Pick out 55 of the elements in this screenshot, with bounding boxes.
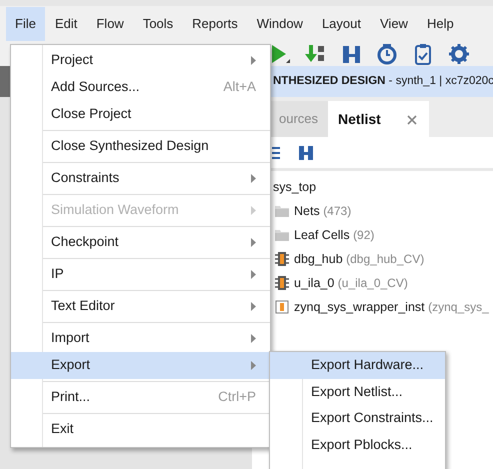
clipboard-icon[interactable] — [412, 43, 434, 65]
menu-item[interactable]: View — [371, 7, 417, 41]
menu-item[interactable]: Text Editor — [11, 293, 270, 320]
shortcut-text: Alt+A — [223, 78, 256, 96]
menu-item[interactable]: Constraints — [11, 165, 270, 192]
menu-item[interactable]: Import — [11, 325, 270, 352]
menu-item[interactable]: Edit — [46, 7, 86, 41]
submenu-arrow-icon — [251, 302, 256, 311]
folder-icon — [275, 205, 289, 217]
menu-item[interactable]: Exit — [11, 416, 270, 443]
menu-item[interactable]: File — [6, 7, 45, 41]
tree-item[interactable]: Leaf Cells (92) — [294, 226, 374, 244]
settings-icon[interactable] — [448, 43, 470, 65]
menu-item[interactable]: Export — [11, 352, 270, 379]
menu-item[interactable]: Layout — [312, 7, 370, 41]
menu-item[interactable]: Export Pblocks... — [270, 432, 445, 458]
submenu-arrow-icon — [251, 334, 256, 343]
tree-item[interactable]: zynq_sys_wrapper_inst (zynq_sys_ — [294, 298, 489, 316]
tree-item[interactable]: Nets (473) — [294, 202, 352, 220]
menu-item[interactable]: Close Synthesized Design — [11, 133, 270, 160]
tab[interactable]: Netlist — [328, 101, 429, 137]
submenu-arrow-icon — [251, 56, 256, 65]
shortcut-text: Ctrl+P — [218, 388, 256, 406]
menu-item[interactable]: Help — [418, 7, 463, 41]
menu-item[interactable]: Print... Ctrl+P — [11, 384, 270, 411]
tree-item[interactable]: u_ila_0 (u_ila_0_CV) — [294, 274, 408, 292]
submenu-arrow-icon — [251, 238, 256, 247]
cell-icon — [275, 276, 289, 290]
submenu-arrow-icon — [251, 206, 256, 215]
menu-item[interactable]: Close Project — [11, 101, 270, 128]
tree-item[interactable]: dbg_hub (dbg_hub_CV) — [294, 250, 424, 268]
menu-item[interactable]: IP — [11, 261, 270, 288]
menu-item[interactable]: Project — [11, 47, 270, 74]
menu-item[interactable]: Tools — [134, 7, 182, 41]
menu-item[interactable]: Checkpoint — [11, 229, 270, 256]
close-icon[interactable] — [406, 114, 417, 125]
submenu-arrow-icon — [251, 270, 256, 279]
bitstream-icon[interactable] — [340, 43, 362, 65]
menu-item[interactable]: Export Hardware... — [270, 352, 445, 378]
submenu-arrow-icon — [251, 174, 256, 183]
folder-icon — [275, 229, 289, 241]
menu-item[interactable]: Add Sources... Alt+A — [11, 74, 270, 101]
menu-item[interactable]: Reports — [183, 7, 247, 41]
tree-item[interactable]: sys_top — [273, 178, 316, 196]
submenu-arrow-icon — [251, 361, 256, 370]
cell-icon — [275, 252, 289, 266]
module-icon — [275, 300, 289, 314]
expand-icon[interactable] — [272, 144, 282, 160]
menu-item[interactable]: Export Netlist... — [270, 378, 445, 405]
menu-item[interactable]: Flow — [87, 7, 133, 41]
panel-header — [0, 66, 10, 97]
timer-icon[interactable] — [376, 43, 398, 65]
hierarchy-icon[interactable] — [298, 144, 314, 160]
menu-item[interactable]: Window — [248, 7, 312, 41]
menu-item[interactable]: Export Constraints... — [270, 405, 445, 432]
